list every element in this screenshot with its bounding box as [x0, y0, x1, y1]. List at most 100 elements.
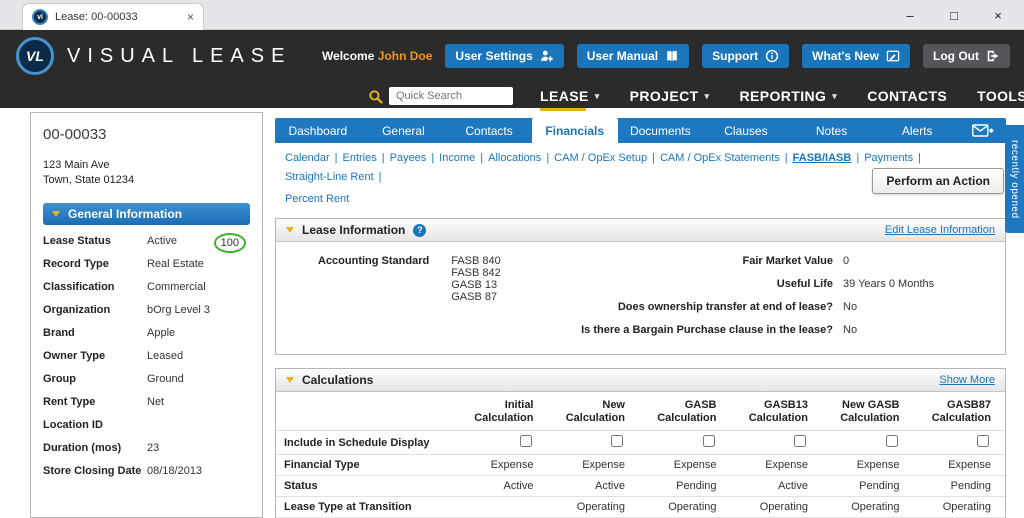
- field-row-organization: Organization bOrg Level 3: [43, 304, 250, 327]
- tab-label: Alerts: [901, 123, 933, 138]
- subnav-straight-line-rent[interactable]: Straight-Line Rent: [281, 169, 378, 185]
- tab-general[interactable]: General: [361, 118, 447, 143]
- logout-button[interactable]: Log Out: [923, 44, 1010, 68]
- user-manual-button[interactable]: User Manual: [576, 44, 690, 68]
- include-in-schedule-checkbox[interactable]: [885, 435, 898, 447]
- what-s-new-button[interactable]: What's New: [802, 44, 911, 68]
- calc-cell: Operating: [731, 497, 823, 518]
- field-row-group: Group Ground: [43, 373, 250, 396]
- tab-clauses[interactable]: Clauses: [703, 118, 789, 143]
- recently-opened-tab[interactable]: recently opened: [1005, 125, 1024, 233]
- tab-dashboard[interactable]: Dashboard: [275, 118, 361, 143]
- calc-value: Expense: [856, 459, 900, 471]
- subnav-payees[interactable]: Payees: [386, 150, 431, 166]
- user-name[interactable]: John Doe: [378, 49, 433, 63]
- calc-cell: [456, 497, 548, 518]
- nav-contacts[interactable]: CONTACTS: [852, 86, 962, 106]
- subnav-payments[interactable]: Payments: [860, 150, 917, 166]
- perform-action-button[interactable]: Perform an Action: [872, 168, 1004, 194]
- accounting-standard-value: GASB 13: [451, 279, 498, 291]
- address-line2: Town, State 01234: [43, 174, 135, 186]
- tab-close-icon[interactable]: ×: [187, 10, 194, 24]
- browser-tab[interactable]: vl Lease: 00-00033 ×: [22, 3, 204, 30]
- mail-icon[interactable]: [960, 118, 1006, 143]
- nav-reporting[interactable]: REPORTING ▾: [724, 86, 852, 106]
- calc-value: Expense: [582, 459, 625, 471]
- subnav-allocations[interactable]: Allocations: [484, 150, 545, 166]
- subnav-income[interactable]: Income: [435, 150, 479, 166]
- field-value: Ground: [147, 373, 184, 385]
- field-value: Net: [147, 396, 165, 408]
- subnav-entries[interactable]: Entries: [339, 150, 381, 166]
- main-nav: LEASE ▾ PROJECT ▾ REPORTING ▾ CONTACTS TOOLS▾: [525, 86, 1024, 111]
- calculations-panel: Calculations Show More Initial Calculati…: [275, 368, 1006, 518]
- tab-alerts[interactable]: Alerts: [874, 118, 960, 143]
- general-information-header[interactable]: General Information: [43, 203, 250, 225]
- calc-value: Expense: [948, 459, 991, 471]
- support-button[interactable]: Support: [702, 44, 790, 68]
- field-value: Active: [147, 235, 177, 247]
- info-field-label: Does ownership transfer at end of lease?: [617, 301, 833, 313]
- app-header: VL VISUAL LEASE Welcome John Doe User Se…: [0, 30, 1024, 111]
- field-label: Organization: [43, 304, 111, 316]
- window-minimize-icon[interactable]: –: [888, 0, 932, 30]
- window-maximize-icon[interactable]: □: [932, 0, 976, 30]
- general-information-fields: Lease Status Active 100 Record Type Real Est…: [43, 233, 250, 488]
- subnav-cam-opex-statements[interactable]: CAM / OpEx Statements: [656, 150, 784, 166]
- lease-score-badge: 100: [213, 233, 246, 253]
- field-row-rent-type: Rent Type Net: [43, 396, 250, 419]
- help-icon[interactable]: ?: [413, 223, 427, 237]
- field-label: Location ID: [43, 419, 103, 431]
- tab-contacts[interactable]: Contacts: [446, 118, 532, 143]
- tab-financials[interactable]: Financials: [531, 118, 618, 143]
- logo-badge: VL: [16, 37, 54, 75]
- window-close-icon[interactable]: ×: [976, 0, 1020, 30]
- lease-information-panel: Lease Information ? Edit Lease Informati…: [275, 218, 1006, 355]
- subnav-separator: |: [378, 171, 382, 183]
- collapse-arrow-icon[interactable]: [286, 227, 294, 233]
- field-label: Owner Type: [43, 350, 106, 362]
- subnav-fasb-iasb[interactable]: FASB/IASB: [789, 150, 856, 166]
- calc-value: Active: [503, 480, 534, 492]
- field-label: Group: [43, 373, 76, 385]
- calc-cell: [914, 431, 1006, 455]
- calc-value: Active: [595, 480, 625, 492]
- tab-label: Financials: [545, 123, 605, 138]
- calc-value: Operating: [576, 501, 625, 513]
- nav-tools[interactable]: TOOLS▾: [962, 86, 1024, 106]
- tab-documents[interactable]: Documents: [618, 118, 704, 143]
- collapse-arrow-icon[interactable]: [286, 377, 294, 383]
- subnav-calendar[interactable]: Calendar: [281, 150, 334, 166]
- accounting-standard-label: Accounting Standard: [318, 255, 430, 267]
- tab-label: Clauses: [724, 123, 768, 138]
- whats-new-icon: [886, 49, 900, 63]
- calc-cell: [639, 431, 731, 455]
- user-settings-button[interactable]: User Settings: [445, 44, 564, 68]
- subnav-cam-opex-setup[interactable]: CAM / OpEx Setup: [550, 150, 651, 166]
- field-value: Leased: [147, 350, 184, 362]
- info-field-label: Useful Life: [776, 278, 833, 290]
- panel-title: Calculations: [302, 373, 374, 387]
- logout-icon: [986, 49, 1000, 63]
- include-in-schedule-checkbox[interactable]: [702, 435, 715, 447]
- search-icon: [368, 89, 383, 104]
- nav-project[interactable]: PROJECT ▾: [615, 86, 725, 106]
- calc-value: Operating: [942, 501, 991, 513]
- calc-cell: Pending: [914, 476, 1006, 497]
- subnav-percent-rent[interactable]: Percent Rent: [281, 191, 353, 207]
- nav-lease[interactable]: LEASE ▾: [525, 86, 615, 111]
- include-in-schedule-checkbox[interactable]: [794, 435, 806, 447]
- calc-column-header: GASB87 Calculation: [931, 399, 991, 424]
- visual-lease-logo: VL VISUAL LEASE: [16, 37, 291, 75]
- quick-search-input[interactable]: [389, 87, 513, 105]
- show-more-link[interactable]: Show More: [939, 374, 995, 386]
- calc-cell: Active: [456, 476, 548, 497]
- include-in-schedule-checkbox[interactable]: [977, 435, 989, 447]
- include-in-schedule-checkbox[interactable]: [519, 435, 532, 447]
- button-label: Support: [712, 49, 759, 63]
- include-in-schedule-checkbox[interactable]: [611, 435, 623, 447]
- field-value: 23: [147, 442, 160, 454]
- chevron-down-icon: ▾: [594, 90, 600, 101]
- tab-notes[interactable]: Notes: [789, 118, 875, 143]
- edit-lease-information-link[interactable]: Edit Lease Information: [885, 224, 995, 236]
